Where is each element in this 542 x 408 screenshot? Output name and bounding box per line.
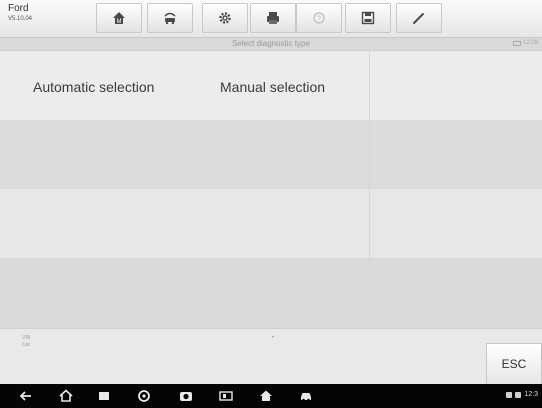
save-button[interactable] xyxy=(345,3,391,33)
maxisys-home-icon xyxy=(260,390,272,401)
list-row xyxy=(0,189,542,258)
edit-button[interactable] xyxy=(396,3,442,33)
vehicle-info: VIN Car xyxy=(22,335,30,349)
center-marker: • xyxy=(272,335,275,341)
recent-apps-icon xyxy=(99,392,109,400)
vehicle-swap-icon xyxy=(164,12,176,25)
browser-button[interactable] xyxy=(136,388,152,404)
vehicle-swap-button[interactable] xyxy=(147,3,193,33)
list-row xyxy=(0,258,542,328)
notification-icon xyxy=(506,391,513,398)
house-icon xyxy=(59,389,73,402)
automatic-selection-option[interactable]: Automatic selection xyxy=(0,51,184,120)
empty-cell xyxy=(0,258,184,328)
system-clock: 12:3 xyxy=(524,391,538,398)
help-button[interactable]: ? xyxy=(296,3,342,33)
empty-cell xyxy=(369,258,542,328)
software-version: V5.10.04 xyxy=(8,16,33,22)
home-button[interactable]: M xyxy=(96,3,142,33)
browser-icon xyxy=(138,390,150,402)
home-nav-button[interactable] xyxy=(58,388,74,404)
svg-text:?: ? xyxy=(317,16,321,23)
manual-selection-option[interactable]: Manual selection xyxy=(184,51,369,120)
wifi-icon xyxy=(515,391,522,398)
svg-text:M: M xyxy=(117,19,122,25)
battery-clock: 12:09 xyxy=(512,40,538,46)
car-button[interactable] xyxy=(298,388,314,404)
camera-button[interactable] xyxy=(178,388,194,404)
vin-label: VIN xyxy=(22,335,31,341)
system-status: 12:3 xyxy=(506,391,538,398)
back-icon xyxy=(19,391,31,401)
empty-cell xyxy=(184,189,369,258)
car-icon xyxy=(301,393,311,402)
empty-cell xyxy=(369,189,542,258)
android-navigation-bar: 12:3 xyxy=(0,384,542,408)
top-toolbar: Ford V5.10.04 M ? xyxy=(0,0,542,38)
title-bar: Select diagnostic type 12:09 xyxy=(0,38,542,51)
battery-icon xyxy=(512,40,521,46)
home-icon: M xyxy=(113,12,125,25)
car-label: Car xyxy=(22,342,31,348)
gear-icon xyxy=(219,12,231,24)
empty-cell xyxy=(0,189,184,258)
esc-button[interactable]: ESC xyxy=(486,343,542,385)
list-row xyxy=(0,120,542,189)
back-button[interactable] xyxy=(18,388,34,404)
brand-info: Ford V5.10.04 xyxy=(8,3,33,23)
vehicle-info-panel: VIN Car • ESC xyxy=(0,328,542,385)
edit-icon xyxy=(413,13,424,24)
empty-cell xyxy=(369,51,542,120)
print-button[interactable] xyxy=(250,3,296,33)
empty-cell xyxy=(184,120,369,189)
settings-button[interactable] xyxy=(202,3,248,33)
vci-icon xyxy=(219,391,233,401)
print-icon xyxy=(267,12,279,24)
help-icon: ? xyxy=(313,12,325,24)
empty-cell xyxy=(369,120,542,189)
brand-name: Ford xyxy=(8,3,29,14)
maxisys-home-button[interactable] xyxy=(258,388,274,404)
recent-apps-button[interactable] xyxy=(96,388,112,404)
clock-time: 12:09 xyxy=(522,40,538,46)
list-row: Automatic selection Manual selection xyxy=(0,51,542,120)
page-title: Select diagnostic type xyxy=(232,39,310,48)
diagnostic-type-list: Automatic selection Manual selection xyxy=(0,51,542,328)
empty-cell xyxy=(0,120,184,189)
camera-icon xyxy=(180,392,192,401)
save-icon xyxy=(361,11,375,25)
vci-button[interactable] xyxy=(218,388,234,404)
empty-cell xyxy=(184,258,369,328)
